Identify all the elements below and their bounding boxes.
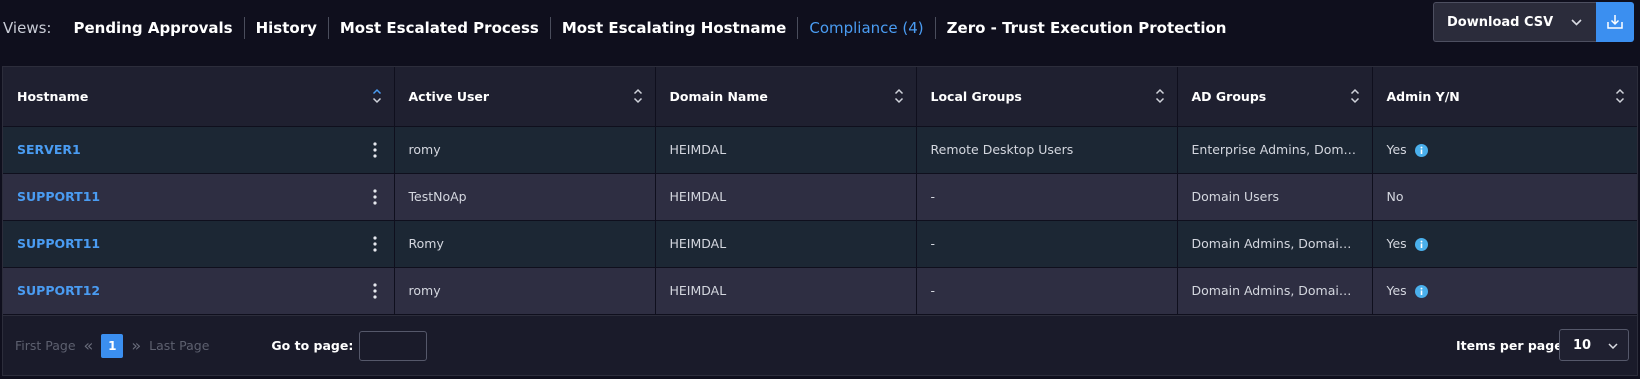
column-header-hostname[interactable]: Hostname	[3, 67, 395, 127]
ad-groups-cell: Domain Users	[1177, 173, 1373, 221]
domain-name-cell: HEIMDAL	[655, 126, 917, 174]
column-header-domain-name[interactable]: Domain Name	[655, 67, 917, 127]
admin-value: Yes	[1386, 283, 1407, 298]
items-per-page-select[interactable]: 10	[1559, 329, 1629, 361]
download-format-label: Download CSV	[1447, 14, 1554, 30]
active-user-cell: TestNoAp	[394, 173, 656, 221]
local-groups-cell: -	[916, 220, 1178, 268]
go-to-page-input[interactable]	[359, 330, 428, 361]
info-icon[interactable]	[1414, 285, 1428, 298]
hostname-cell: SUPPORT12	[3, 267, 395, 315]
go-to-page-label: Go to page:	[271, 338, 354, 353]
hostname-link[interactable]: SUPPORT11	[17, 236, 100, 251]
admin-cell: Yes	[1372, 267, 1637, 315]
tab-history[interactable]: History	[245, 17, 329, 39]
column-header-active-user[interactable]: Active User	[394, 67, 656, 127]
info-icon[interactable]	[1414, 144, 1428, 157]
hostname-link[interactable]: SUPPORT11	[17, 189, 100, 204]
tab-pending-approvals[interactable]: Pending Approvals	[62, 17, 245, 39]
table-row: SERVER1 romy HEIMDAL Remote Desktop User…	[3, 126, 1637, 174]
chevron-down-icon	[1571, 15, 1582, 29]
sort-icon[interactable]	[894, 87, 904, 105]
column-label: Domain Name	[669, 88, 768, 104]
admin-value: No	[1386, 189, 1404, 204]
tab-zero-trust-execution-protection[interactable]: Zero - Trust Execution Protection	[936, 17, 1238, 39]
admin-value: Yes	[1386, 236, 1407, 251]
column-label: Local Groups	[930, 88, 1022, 104]
more-options-icon[interactable]	[370, 140, 380, 160]
sort-icon[interactable]	[372, 87, 382, 105]
table-row: SUPPORT11 Romy HEIMDAL - Domain Admins, …	[3, 220, 1637, 268]
ad-groups-cell: Domain Admins, Domain Users	[1177, 220, 1373, 268]
download-format-select[interactable]: Download CSV	[1433, 2, 1597, 42]
download-button[interactable]	[1596, 2, 1634, 42]
local-groups-cell: -	[916, 173, 1178, 221]
sort-icon[interactable]	[633, 87, 643, 105]
sort-icon[interactable]	[1615, 87, 1625, 105]
column-label: Admin Y/N	[1386, 88, 1460, 104]
domain-name-cell: HEIMDAL	[655, 220, 917, 268]
ad-groups-cell: Domain Admins, Domain Users	[1177, 267, 1373, 315]
tab-most-escalated-process[interactable]: Most Escalated Process	[329, 17, 551, 39]
hostname-cell: SERVER1	[3, 126, 395, 174]
column-header-admin-yn[interactable]: Admin Y/N	[1372, 67, 1637, 127]
hostname-cell: SUPPORT11	[3, 220, 395, 268]
active-user-cell: romy	[394, 126, 656, 174]
active-user-cell: Romy	[394, 220, 656, 268]
local-groups-cell: Remote Desktop Users	[916, 126, 1178, 174]
items-per-page-value: 10	[1573, 337, 1592, 353]
table-row: SUPPORT12 romy HEIMDAL - Domain Admins, …	[3, 267, 1637, 315]
views-bar: Views: Pending Approvals History Most Es…	[0, 0, 1420, 56]
chevron-down-icon	[1608, 339, 1618, 352]
download-csv-control: Download CSV	[1433, 2, 1634, 42]
hostname-link[interactable]: SERVER1	[17, 142, 81, 157]
sort-icon[interactable]	[1155, 87, 1165, 105]
views-label: Views:	[3, 19, 52, 37]
first-page-link[interactable]: First Page	[15, 338, 76, 353]
column-label: Hostname	[17, 88, 89, 104]
admin-value: Yes	[1386, 142, 1407, 157]
active-user-cell: romy	[394, 267, 656, 315]
ad-groups-cell: Enterprise Admins, Domain A...	[1177, 126, 1373, 174]
more-options-icon[interactable]	[370, 281, 380, 301]
hostname-cell: SUPPORT11	[3, 173, 395, 221]
column-label: Active User	[408, 88, 490, 104]
tab-compliance[interactable]: Compliance (4)	[798, 17, 936, 39]
tab-most-escalating-hostname[interactable]: Most Escalating Hostname	[551, 17, 799, 39]
more-options-icon[interactable]	[370, 234, 380, 254]
admin-cell: Yes	[1372, 126, 1637, 174]
hostname-link[interactable]: SUPPORT12	[17, 283, 100, 298]
items-per-page-label: Items per page:	[1456, 338, 1568, 353]
admin-cell: Yes	[1372, 220, 1637, 268]
sort-icon[interactable]	[1350, 87, 1360, 105]
last-page-link[interactable]: Last Page	[149, 338, 209, 353]
pagination-bar: First Page « 1 » Last Page Go to page: I…	[2, 316, 1638, 376]
column-label: AD Groups	[1191, 88, 1267, 104]
compliance-table: Hostname Active User Domain Name Local G…	[2, 66, 1638, 316]
next-page-icon[interactable]: »	[131, 336, 141, 355]
column-header-local-groups[interactable]: Local Groups	[916, 67, 1178, 127]
download-icon	[1607, 15, 1623, 29]
local-groups-cell: -	[916, 267, 1178, 315]
admin-cell: No	[1372, 173, 1637, 221]
info-icon[interactable]	[1414, 238, 1428, 251]
column-header-ad-groups[interactable]: AD Groups	[1177, 67, 1373, 127]
more-options-icon[interactable]	[370, 187, 380, 207]
table-header-row: Hostname Active User Domain Name Local G…	[3, 67, 1637, 127]
previous-page-icon[interactable]: «	[84, 336, 94, 355]
domain-name-cell: HEIMDAL	[655, 173, 917, 221]
domain-name-cell: HEIMDAL	[655, 267, 917, 315]
table-row: SUPPORT11 TestNoAp HEIMDAL - Domain User…	[3, 173, 1637, 221]
page-number-button[interactable]: 1	[101, 333, 124, 358]
